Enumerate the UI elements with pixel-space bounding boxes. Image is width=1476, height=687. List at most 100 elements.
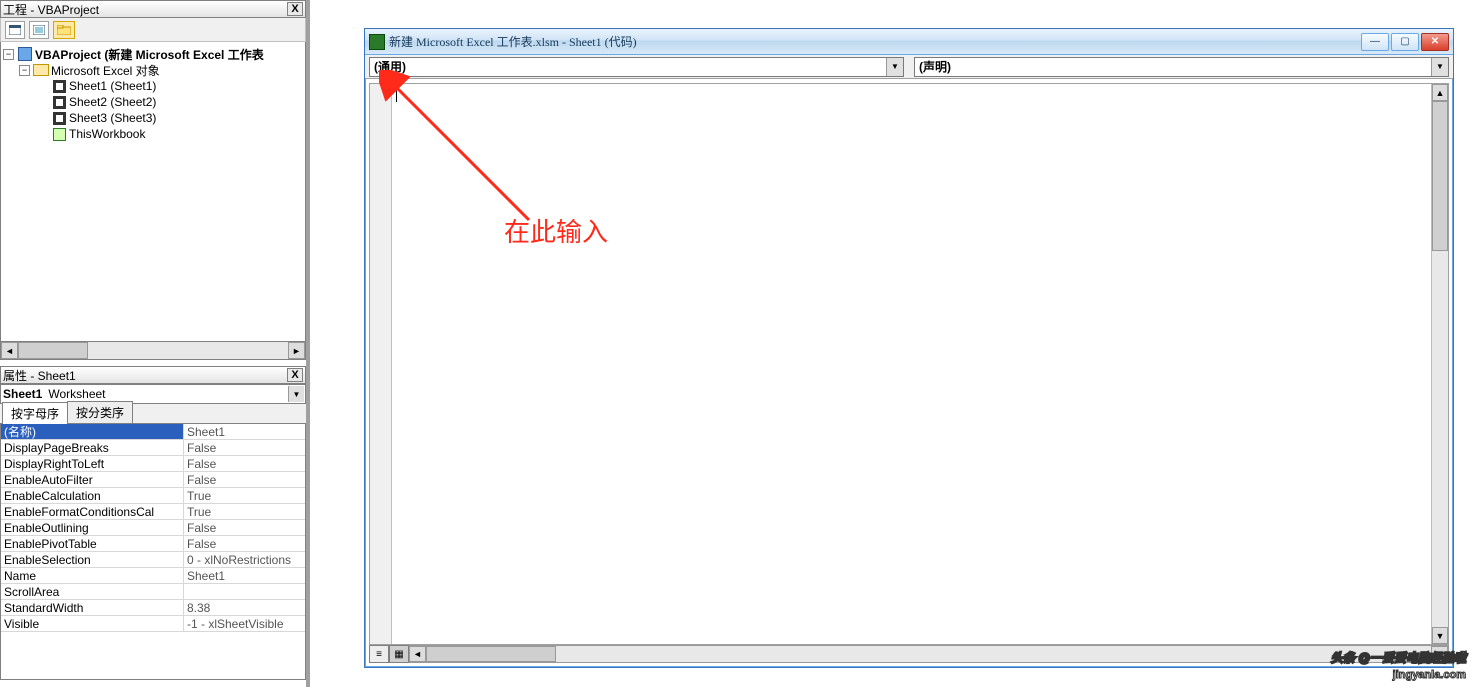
property-row[interactable]: NameSheet1 [1, 568, 305, 584]
tree-root[interactable]: − VBAProject (新建 Microsoft Excel 工作表 [3, 46, 303, 62]
property-name: EnableCalculation [1, 488, 184, 503]
expand-icon[interactable]: − [3, 49, 14, 60]
chevron-down-icon[interactable]: ▼ [288, 386, 304, 402]
property-name: EnableOutlining [1, 520, 184, 535]
close-button[interactable]: ✕ [1421, 33, 1449, 51]
property-name: EnablePivotTable [1, 536, 184, 551]
scroll-thumb[interactable] [426, 646, 556, 662]
property-value[interactable]: False [184, 536, 305, 551]
property-name: EnableAutoFilter [1, 472, 184, 487]
tree-item-label[interactable]: Sheet2 (Sheet2) [69, 95, 156, 109]
code-combo-row: (通用) ▼ (声明) ▼ [365, 55, 1453, 79]
property-row[interactable]: EnablePivotTableFalse [1, 536, 305, 552]
scroll-down-button[interactable]: ▼ [1432, 627, 1448, 644]
tree-item-thisworkbook[interactable]: ThisWorkbook [3, 126, 303, 142]
properties-close-button[interactable]: X [287, 368, 303, 382]
property-value[interactable]: True [184, 488, 305, 503]
code-hscroll[interactable]: ◄ ► [409, 645, 1449, 663]
tab-alphabetic[interactable]: 按字母序 [2, 402, 68, 424]
property-row[interactable]: Visible-1 - xlSheetVisible [1, 616, 305, 632]
property-row[interactable]: EnableAutoFilterFalse [1, 472, 305, 488]
property-value[interactable]: Sheet1 [184, 424, 305, 439]
property-name: DisplayRightToLeft [1, 456, 184, 471]
vba-project-icon [17, 47, 33, 61]
property-row[interactable]: EnableCalculationTrue [1, 488, 305, 504]
property-name: StandardWidth [1, 600, 184, 615]
view-object-button[interactable] [29, 21, 49, 39]
chevron-down-icon[interactable]: ▼ [886, 58, 903, 76]
code-bottom-bar: ≡ ▦ ◄ ► [369, 645, 1449, 663]
object-combo[interactable]: (通用) ▼ [369, 57, 904, 77]
tree-item-label[interactable]: Sheet3 (Sheet3) [69, 111, 156, 125]
scroll-thumb[interactable] [1432, 101, 1448, 251]
code-window-titlebar[interactable]: 新建 Microsoft Excel 工作表.xlsm - Sheet1 (代码… [365, 29, 1453, 55]
properties-object-select[interactable]: Sheet1 Worksheet ▼ [0, 384, 306, 404]
project-explorer-close-button[interactable]: X [287, 2, 303, 16]
tree-item-label[interactable]: Sheet1 (Sheet1) [69, 79, 156, 93]
scroll-left-button[interactable]: ◄ [1, 342, 18, 359]
worksheet-icon [51, 95, 67, 109]
property-value[interactable]: 0 - xlNoRestrictions [184, 552, 305, 567]
property-row[interactable]: EnableFormatConditionsCalTrue [1, 504, 305, 520]
tree-item-sheet1[interactable]: Sheet1 (Sheet1) [3, 78, 303, 94]
property-value[interactable]: False [184, 520, 305, 535]
property-value[interactable] [184, 584, 305, 599]
property-value[interactable]: False [184, 456, 305, 471]
procedure-combo[interactable]: (声明) ▼ [914, 57, 1449, 77]
property-row[interactable]: EnableOutliningFalse [1, 520, 305, 536]
scroll-thumb[interactable] [18, 342, 88, 359]
procedure-combo-value: (声明) [919, 58, 951, 75]
property-name: EnableSelection [1, 552, 184, 567]
expand-icon[interactable]: − [19, 65, 30, 76]
mdi-client-area: 新建 Microsoft Excel 工作表.xlsm - Sheet1 (代码… [314, 0, 1476, 687]
project-tree[interactable]: − VBAProject (新建 Microsoft Excel 工作表 − M… [0, 42, 306, 342]
property-name: EnableFormatConditionsCal [1, 504, 184, 519]
project-tree-hscroll[interactable]: ◄ ► [0, 342, 306, 360]
code-editor[interactable]: ▲ ▼ [369, 83, 1449, 645]
property-row[interactable]: DisplayRightToLeftFalse [1, 456, 305, 472]
scroll-right-button[interactable]: ► [288, 342, 305, 359]
tree-item-sheet2[interactable]: Sheet2 (Sheet2) [3, 94, 303, 110]
code-margin [370, 84, 392, 644]
scroll-up-button[interactable]: ▲ [1432, 84, 1448, 101]
property-value[interactable]: Sheet1 [184, 568, 305, 583]
property-name: Name [1, 568, 184, 583]
tree-folder[interactable]: − Microsoft Excel 对象 [3, 62, 303, 78]
tree-item-label[interactable]: ThisWorkbook [69, 127, 145, 141]
view-code-button[interactable] [5, 21, 25, 39]
project-explorer-title-text: 工程 - VBAProject [3, 1, 287, 18]
maximize-button[interactable]: ▢ [1391, 33, 1419, 51]
property-value[interactable]: False [184, 440, 305, 455]
object-combo-value: (通用) [374, 58, 406, 75]
tree-root-label[interactable]: VBAProject (新建 Microsoft Excel 工作表 [35, 46, 264, 63]
property-row[interactable]: DisplayPageBreaksFalse [1, 440, 305, 456]
property-row[interactable]: StandardWidth8.38 [1, 600, 305, 616]
code-body[interactable] [392, 84, 1431, 644]
property-row[interactable]: ScrollArea [1, 584, 305, 600]
property-name: Visible [1, 616, 184, 631]
minimize-button[interactable]: — [1361, 33, 1389, 51]
code-window: 新建 Microsoft Excel 工作表.xlsm - Sheet1 (代码… [364, 28, 1454, 668]
property-value[interactable]: -1 - xlSheetVisible [184, 616, 305, 631]
properties-grid[interactable]: (名称)Sheet1DisplayPageBreaksFalseDisplayR… [0, 424, 306, 680]
tab-categorized[interactable]: 按分类序 [67, 401, 133, 423]
project-explorer-toolbar [0, 18, 306, 42]
code-window-title: 新建 Microsoft Excel 工作表.xlsm - Sheet1 (代码… [389, 33, 1361, 50]
procedure-view-button[interactable]: ≡ [369, 645, 389, 663]
chevron-down-icon[interactable]: ▼ [1431, 58, 1448, 76]
code-vscroll[interactable]: ▲ ▼ [1431, 84, 1448, 644]
property-value[interactable]: False [184, 472, 305, 487]
property-row[interactable]: (名称)Sheet1 [1, 424, 305, 440]
property-value[interactable]: True [184, 504, 305, 519]
scroll-right-button[interactable]: ► [1431, 646, 1448, 662]
property-value[interactable]: 8.38 [184, 600, 305, 615]
scroll-left-button[interactable]: ◄ [409, 646, 426, 662]
tree-item-sheet3[interactable]: Sheet3 (Sheet3) [3, 110, 303, 126]
excel-icon [369, 34, 385, 50]
workbook-icon [51, 127, 67, 141]
toggle-folders-button[interactable] [53, 21, 75, 39]
tree-folder-label[interactable]: Microsoft Excel 对象 [51, 62, 160, 79]
full-module-view-button[interactable]: ▦ [389, 645, 409, 663]
property-row[interactable]: EnableSelection0 - xlNoRestrictions [1, 552, 305, 568]
property-name: DisplayPageBreaks [1, 440, 184, 455]
